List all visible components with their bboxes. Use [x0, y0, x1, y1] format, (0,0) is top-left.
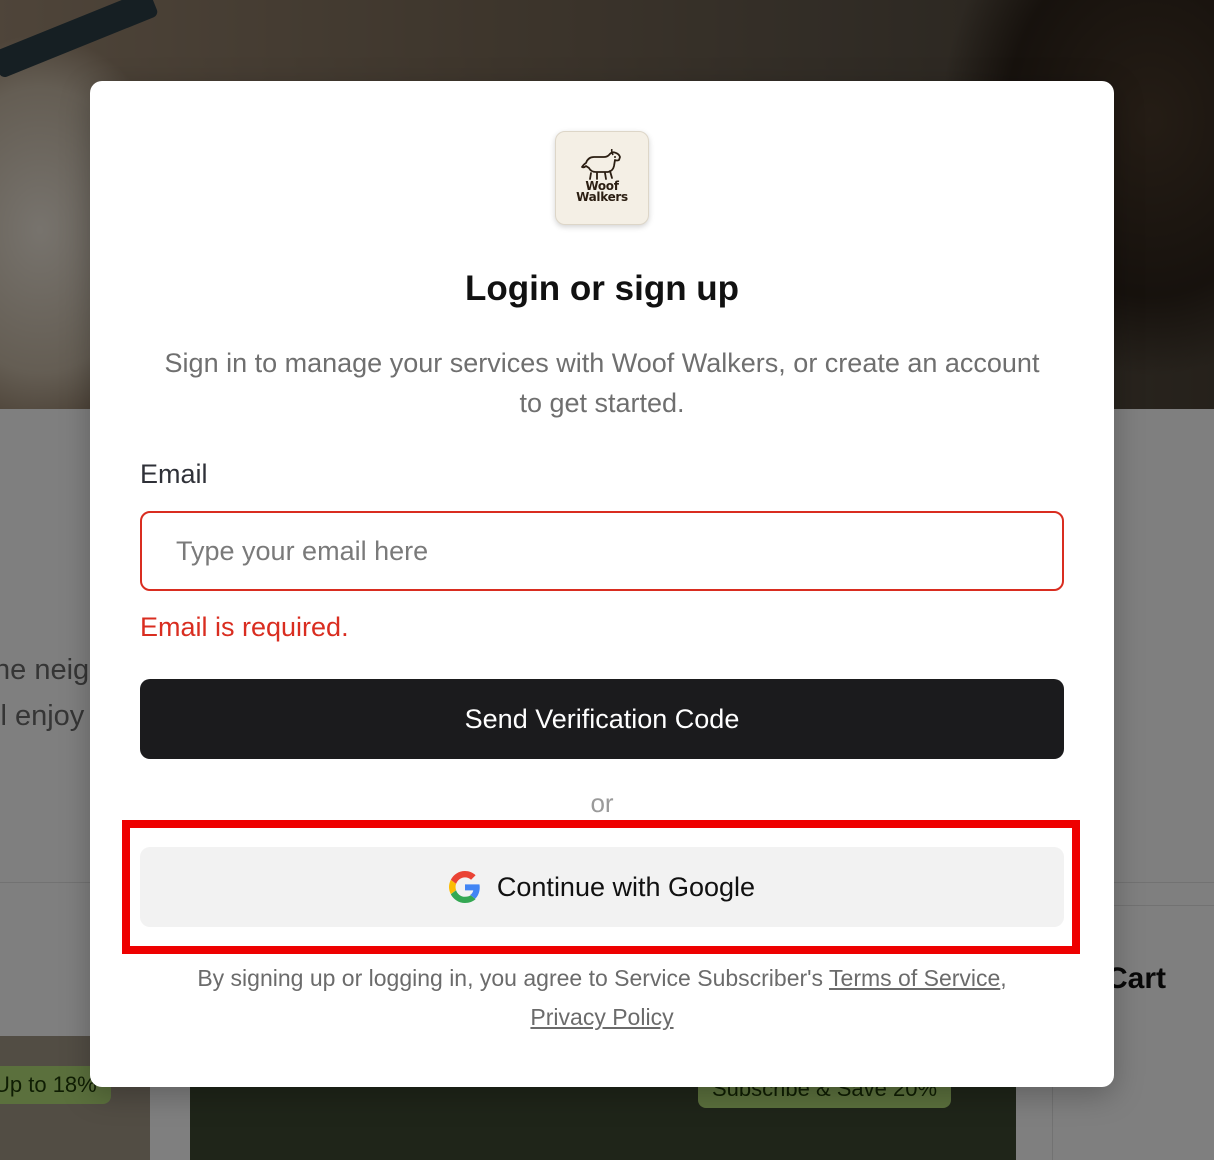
login-modal: Woof Walkers Login or sign up Sign in to… [90, 81, 1114, 1087]
google-button-label: Continue with Google [496, 871, 756, 902]
logo-text-line-2: Walkers [576, 190, 628, 204]
email-error-message: Email is required. [140, 612, 349, 642]
continue-with-google-button[interactable]: Continue with Google [140, 847, 1064, 927]
send-verification-code-button[interactable]: Send Verification Code [140, 679, 1064, 759]
legal-prefix-text: By signing up or logging in, you agree t… [197, 965, 830, 991]
modal-subtitle: Sign in to manage your services with Woo… [164, 348, 1040, 418]
modal-title: Login or sign up [464, 269, 740, 308]
dog-icon [581, 149, 621, 180]
email-input[interactable] [140, 511, 1064, 591]
email-label: Email [140, 459, 208, 489]
legal-separator: , [1000, 965, 1007, 991]
privacy-policy-link[interactable]: Privacy Policy [530, 1004, 673, 1030]
page: he neig ll enjoy Cart Up to 18% Subscrib… [0, 0, 1214, 1160]
legal-notice: By signing up or logging in, you agree t… [120, 959, 1084, 1037]
brand-logo: Woof Walkers [555, 131, 649, 225]
google-icon [448, 871, 480, 903]
or-divider: or [590, 788, 614, 818]
terms-of-service-link[interactable]: Terms of Service [829, 965, 1000, 991]
